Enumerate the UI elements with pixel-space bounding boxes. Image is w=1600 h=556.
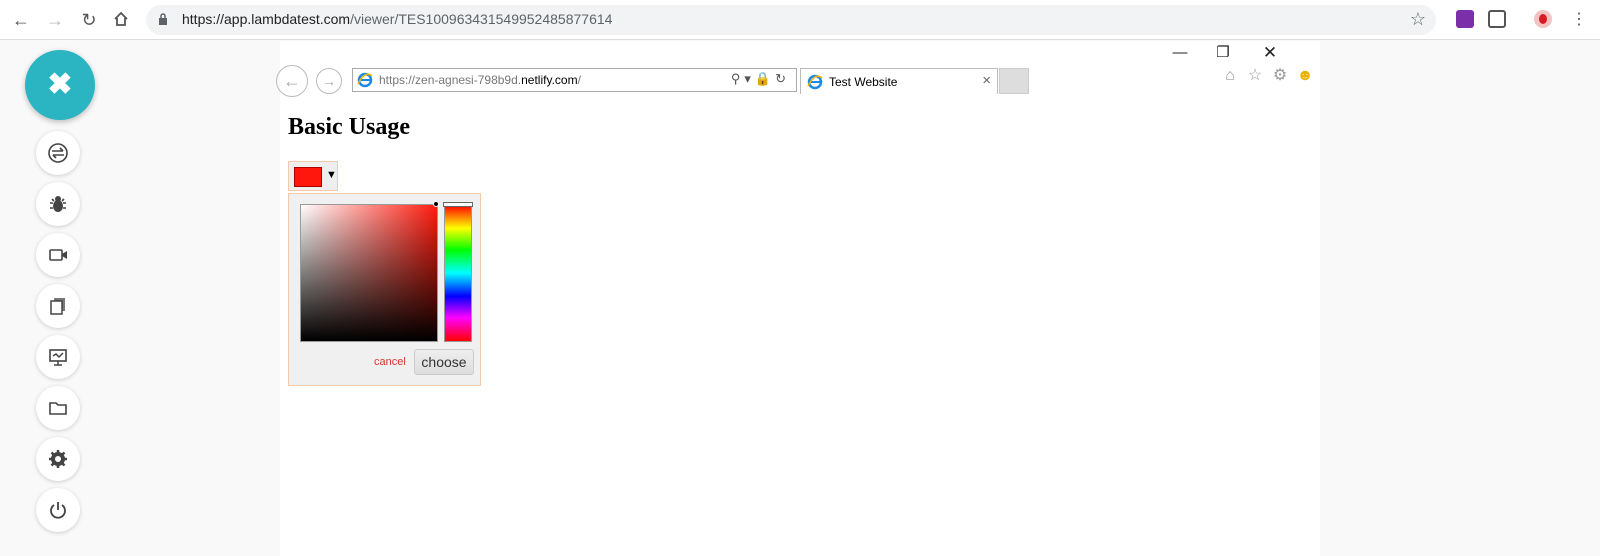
close-session-button[interactable]: ✖	[25, 50, 95, 120]
feedback-smiley-icon[interactable]: ☻	[1296, 67, 1314, 85]
dropdown-arrow-icon: ▼	[326, 169, 337, 181]
ie-address-bar[interactable]: https://zen-agnesi-798b9d.netlify.com/ ⚲…	[352, 68, 797, 92]
remote-browser-window: — ❐ ✕ ← → https://zen-agnesi-798b9d.netl…	[276, 41, 1320, 556]
home-icon[interactable]	[110, 10, 132, 32]
color-dragger-handle[interactable]	[433, 201, 439, 207]
restore-icon[interactable]: ❐	[1213, 45, 1233, 61]
display-icon[interactable]	[36, 335, 80, 379]
onenote-icon[interactable]	[1456, 10, 1474, 28]
ie-logo-icon	[357, 72, 373, 88]
page-heading: Basic Usage	[288, 114, 410, 140]
ie-favorites-icon[interactable]: ☆	[1246, 67, 1264, 85]
ie-forward-icon[interactable]: →	[316, 68, 342, 94]
saturation-value-area[interactable]	[300, 204, 438, 342]
bookmark-star-icon[interactable]: ☆	[1410, 9, 1426, 30]
bitwarden-icon[interactable]	[1488, 10, 1506, 28]
menu-dots-icon[interactable]: ⋮	[1568, 10, 1590, 32]
lock-icon	[159, 13, 167, 25]
reload-icon[interactable]: ↻	[78, 10, 100, 32]
ie-settings-icon[interactable]: ⚙	[1271, 67, 1289, 85]
ie-tab-logo-icon	[807, 74, 823, 90]
bug-icon[interactable]	[36, 182, 80, 226]
cancel-link[interactable]: cancel	[374, 356, 406, 368]
new-tab-button[interactable]	[999, 68, 1029, 94]
ie-toolbar-icons: ⌂ ☆ ⚙ ☻	[1221, 67, 1314, 85]
hue-slider-handle[interactable]	[443, 202, 473, 207]
hue-slider[interactable]	[444, 204, 472, 342]
url-text: https://app.lambdatest.com/viewer/TES100…	[182, 11, 613, 27]
lambdatest-sidebar: ✖	[0, 41, 280, 556]
tab-close-icon[interactable]: ×	[982, 72, 991, 89]
color-picker-toggle[interactable]: ▼	[288, 161, 338, 191]
choose-button[interactable]: choose	[414, 349, 474, 375]
selected-color-swatch	[294, 167, 322, 187]
video-icon[interactable]	[36, 233, 80, 277]
window-close-icon[interactable]: ✕	[1260, 44, 1280, 61]
settings-icon[interactable]	[36, 437, 80, 481]
folder-icon[interactable]	[36, 386, 80, 430]
back-icon[interactable]: ←	[10, 10, 32, 32]
ie-back-icon[interactable]: ←	[276, 65, 308, 97]
address-bar[interactable]: https://app.lambdatest.com/viewer/TES100…	[146, 5, 1436, 35]
forward-icon[interactable]: →	[44, 10, 66, 32]
screenshots-icon[interactable]	[36, 284, 80, 328]
color-picker-panel: cancel choose	[288, 193, 481, 386]
ie-tab[interactable]: Test Website ×	[800, 68, 998, 94]
minimize-icon[interactable]: —	[1170, 45, 1190, 61]
power-icon[interactable]	[36, 488, 80, 532]
ie-address-tools[interactable]: ⚲▾🔒↻	[731, 71, 790, 87]
profile-avatar[interactable]	[1534, 10, 1552, 28]
ie-url-text: https://zen-agnesi-798b9d.netlify.com/	[379, 73, 581, 87]
browser-toolbar: ← → ↻ https://app.lambdatest.com/viewer/…	[0, 0, 1600, 40]
tab-title: Test Website	[829, 75, 898, 89]
switch-icon[interactable]	[36, 131, 80, 175]
ie-home-icon[interactable]: ⌂	[1221, 67, 1239, 85]
